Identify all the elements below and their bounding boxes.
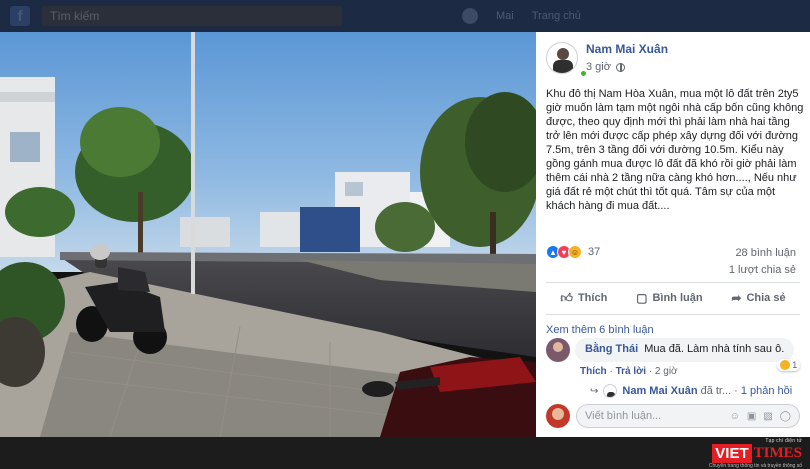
watermark-sub: Chuyên trang thông tin và truyền thông s… [708,463,802,469]
nav-avatar[interactable] [462,8,478,24]
sticker-icon[interactable]: ◯ [780,411,791,422]
share-icon: ➦ [731,291,742,305]
comment-input-placeholder: Viết bình luận... [585,410,662,422]
post-text: Khu đô thị Nam Hòa Xuân, mua một lô đất … [546,88,804,212]
online-status-dot [580,70,587,77]
camera-icon[interactable]: ▣ [747,411,756,422]
comment-input[interactable]: Viết bình luận... ☺ ▣ ▧ ◯ [576,404,800,428]
bottom-strip [0,437,810,469]
author-name[interactable]: Nam Mai Xuân [586,42,668,57]
comment-like-link[interactable]: Thích [580,366,607,377]
post-actions: 👍︎ Thích ▢ Bình luận ➦ Chia sẻ [546,284,800,312]
comment-text: Mua đã. Làm nhà tính sau ô. [644,343,785,355]
top-navigation-bar: f Tìm kiếm Mai Trang chủ [0,0,810,32]
comment-actions: Thích · Trả lời · 2 giờ [580,366,678,377]
comment-item: Bằng Thái Mua đã. Làm nhà tính sau ô. 1 [546,338,801,371]
post-header: Nam Mai Xuân 3 giờ [546,42,668,77]
share-button[interactable]: ➦ Chia sẻ [731,291,785,305]
replier-name: Nam Mai Xuân [622,385,698,397]
comment-icon: ▢ [636,291,648,305]
commenter-name[interactable]: Bằng Thái [585,343,638,355]
replies-link[interactable]: ↪ Nam Mai Xuân đã tr... · 1 phản hồi [590,384,792,398]
emoji-icon[interactable]: ☺ [730,411,740,422]
see-more-comments-link[interactable]: Xem thêm 6 bình luận [546,324,654,336]
share-label: Chia sẻ [746,292,786,304]
shares-count[interactable]: 1 lượt chia sẻ [729,264,796,276]
viettimes-watermark: Tạp chí điện tử VIET TIMES Chuyên trang … [709,438,802,469]
reaction-count: 37 [588,246,601,258]
reply-snippet: đã tr... [700,385,732,397]
comment-reaction-count: 1 [792,360,798,370]
like-label: Thích [577,292,608,304]
globe-icon [615,62,625,72]
author-avatar[interactable] [546,42,578,74]
like-button[interactable]: 👍︎ Thích [560,291,607,306]
divider [546,282,800,283]
watermark-viet: VIET [712,444,752,463]
reply-arrow-icon: ↪ [590,385,599,397]
divider [546,314,800,315]
post-timestamp[interactable]: 3 giờ [586,61,611,73]
replier-avatar [603,384,618,398]
comment-reply-link[interactable]: Trả lời [616,366,646,377]
thumbs-up-icon: 👍︎ [560,290,573,305]
post-panel: Nam Mai Xuân 3 giờ Khu đô thị Nam Hòa Xu… [536,32,810,437]
watermark-times: TIMES [753,445,802,461]
gif-icon[interactable]: ▧ [763,411,772,422]
haha-reaction-icon [780,360,791,370]
post-photo[interactable] [0,32,536,437]
comment-button[interactable]: ▢ Bình luận [636,291,702,305]
comment-bubble: Bằng Thái Mua đã. Làm nhà tính sau ô. 1 [575,338,801,371]
facebook-logo-icon[interactable]: f [10,6,30,26]
reaction-summary[interactable]: ▲ ♥ ☺ 37 [546,245,600,259]
search-input[interactable]: Tìm kiếm [42,6,342,26]
comment-reaction[interactable]: 1 [777,359,801,371]
nav-item-profile[interactable]: Mai [496,10,514,22]
comment-time[interactable]: 2 giờ [655,366,678,377]
comments-count[interactable]: 28 bình luận [735,247,796,259]
commenter-avatar[interactable] [546,338,570,362]
reply-count: 1 phản hồi [740,385,793,397]
nav-item-home[interactable]: Trang chủ [532,10,581,22]
write-comment-row: Viết bình luận... ☺ ▣ ▧ ◯ [546,404,800,428]
current-user-avatar [546,404,570,428]
photo-viewer: f Tìm kiếm Mai Trang chủ Nam Mai Xuân 3 … [0,0,810,469]
comment-label: Bình luận [652,292,703,304]
haha-reaction-icon: ☺ [568,245,582,259]
